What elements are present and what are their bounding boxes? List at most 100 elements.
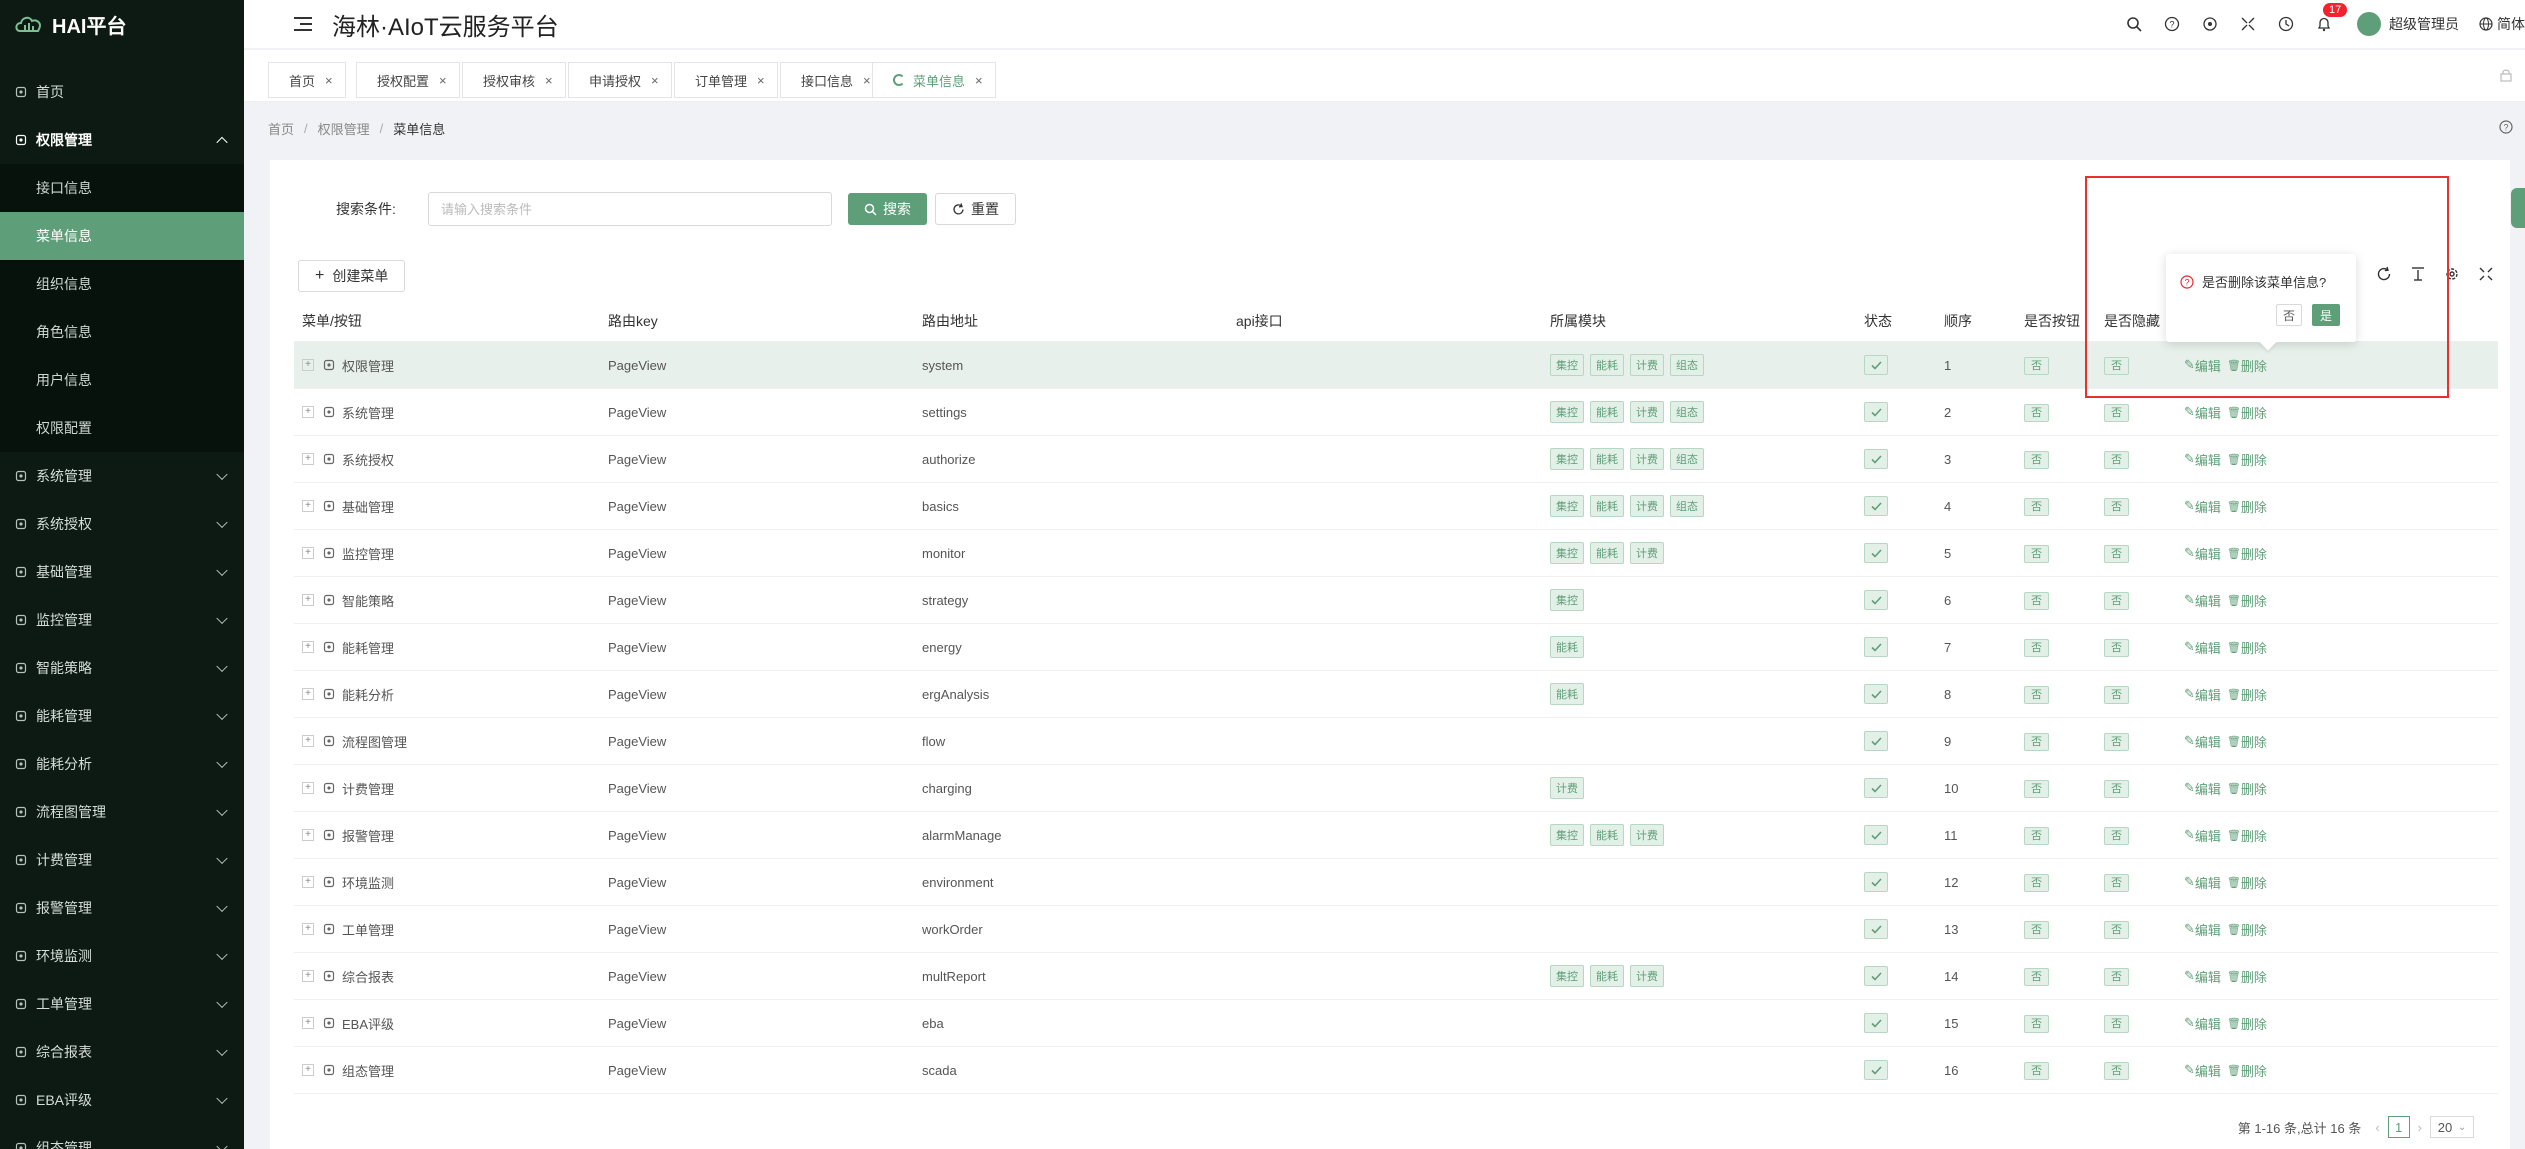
- sidebar-item[interactable]: 计费管理: [0, 836, 244, 884]
- expand-icon[interactable]: +: [302, 782, 314, 794]
- table-row[interactable]: + 组态管理 PageView scada 16 否 否 ✎ 编辑 🗑 删除: [294, 1047, 2498, 1094]
- sidebar-subitem[interactable]: 接口信息: [0, 164, 244, 212]
- menu-fold-icon[interactable]: [294, 17, 312, 31]
- delete-button[interactable]: 🗑 删除: [2227, 779, 2267, 798]
- table-row[interactable]: + 能耗分析 PageView ergAnalysis 能耗 8 否 否 ✎ 编辑 🗑 删除: [294, 671, 2498, 718]
- tab-item[interactable]: 申请授权 ×: [568, 62, 672, 98]
- tab-item[interactable]: 首页 ×: [268, 62, 346, 98]
- sidebar-item[interactable]: 报警管理: [0, 884, 244, 932]
- lock-icon[interactable]: [2499, 68, 2513, 85]
- edit-button[interactable]: ✎ 编辑: [2184, 826, 2221, 845]
- close-icon[interactable]: ×: [651, 73, 659, 88]
- expand-icon[interactable]: +: [302, 1064, 314, 1076]
- delete-button[interactable]: 🗑 删除: [2227, 685, 2267, 704]
- side-handle[interactable]: [2511, 188, 2525, 228]
- tab-item[interactable]: 授权配置 ×: [356, 62, 460, 98]
- sidebar-item[interactable]: 组态管理: [0, 1124, 244, 1149]
- sidebar-item[interactable]: 基础管理: [0, 548, 244, 596]
- expand-icon[interactable]: +: [302, 735, 314, 747]
- table-row[interactable]: + 流程图管理 PageView flow 9 否 否 ✎ 编辑 🗑 删除: [294, 718, 2498, 765]
- edit-button[interactable]: ✎ 编辑: [2184, 544, 2221, 563]
- delete-button[interactable]: 🗑 删除: [2227, 1014, 2267, 1033]
- edit-button[interactable]: ✎ 编辑: [2184, 920, 2221, 939]
- edit-button[interactable]: ✎ 编辑: [2184, 685, 2221, 704]
- edit-button[interactable]: ✎ 编辑: [2184, 967, 2221, 986]
- sidebar-item[interactable]: 系统管理: [0, 452, 244, 500]
- sidebar-item[interactable]: 工单管理: [0, 980, 244, 1028]
- delete-button[interactable]: 🗑 删除: [2227, 826, 2267, 845]
- sidebar-subitem[interactable]: 权限配置: [0, 404, 244, 452]
- close-icon[interactable]: ×: [975, 73, 983, 88]
- bell-icon[interactable]: 17: [2315, 3, 2348, 33]
- page-size-select[interactable]: 20 ⌄: [2430, 1116, 2474, 1138]
- expand-icon[interactable]: +: [302, 406, 314, 418]
- table-row[interactable]: + 系统授权 PageView authorize 集控 能耗 计费 组态 3 否 否 ✎ 编辑 🗑 删除: [294, 436, 2498, 483]
- edit-button[interactable]: ✎ 编辑: [2184, 497, 2221, 516]
- avatar[interactable]: [2357, 12, 2381, 36]
- sidebar-subitem[interactable]: 组织信息: [0, 260, 244, 308]
- breadcrumb-home[interactable]: 首页: [268, 119, 294, 138]
- delete-button[interactable]: 🗑 删除: [2227, 497, 2267, 516]
- table-row[interactable]: + 能耗管理 PageView energy 能耗 7 否 否 ✎ 编辑 🗑 删除: [294, 624, 2498, 671]
- clock-icon[interactable]: [2277, 15, 2295, 33]
- edit-button[interactable]: ✎ 编辑: [2184, 450, 2221, 469]
- question-icon[interactable]: ?: [2163, 15, 2181, 33]
- search-button[interactable]: 搜索: [848, 193, 927, 225]
- expand-icon[interactable]: +: [302, 641, 314, 653]
- table-row[interactable]: + 监控管理 PageView monitor 集控 能耗 计费 5 否 否 ✎ 编辑 🗑 删除: [294, 530, 2498, 577]
- edit-button[interactable]: ✎ 编辑: [2184, 779, 2221, 798]
- close-icon[interactable]: ×: [439, 73, 447, 88]
- table-row[interactable]: + 环境监测 PageView environment 12 否 否 ✎ 编辑 🗑 删除: [294, 859, 2498, 906]
- sidebar-item[interactable]: 首页: [0, 68, 244, 116]
- sidebar-item[interactable]: EBA评级: [0, 1076, 244, 1124]
- expand-icon[interactable]: +: [302, 829, 314, 841]
- language-switch[interactable]: 简体: [2479, 14, 2525, 34]
- search-icon[interactable]: [2125, 15, 2143, 33]
- sidebar-item[interactable]: 流程图管理: [0, 788, 244, 836]
- fullscreen-icon[interactable]: [2476, 264, 2496, 284]
- expand-icon[interactable]: +: [302, 970, 314, 982]
- sidebar-item[interactable]: 综合报表: [0, 1028, 244, 1076]
- delete-button[interactable]: 🗑 删除: [2227, 967, 2267, 986]
- table-row[interactable]: + 智能策略 PageView strategy 集控 6 否 否 ✎ 编辑 🗑 删除: [294, 577, 2498, 624]
- edit-button[interactable]: ✎ 编辑: [2184, 403, 2221, 422]
- user-name[interactable]: 超级管理员: [2389, 14, 2459, 34]
- close-icon[interactable]: ×: [757, 73, 765, 88]
- table-row[interactable]: + 计费管理 PageView charging 计费 10 否 否 ✎ 编辑 🗑 删除: [294, 765, 2498, 812]
- delete-button[interactable]: 🗑 删除: [2227, 1061, 2267, 1080]
- table-row[interactable]: + 基础管理 PageView basics 集控 能耗 计费 组态 4 否 否 ✎ 编辑 🗑 删除: [294, 483, 2498, 530]
- table-row[interactable]: + EBA评级 PageView eba 15 否 否 ✎ 编辑 🗑 删除: [294, 1000, 2498, 1047]
- sidebar-subitem[interactable]: 角色信息: [0, 308, 244, 356]
- delete-button[interactable]: 🗑 删除: [2227, 638, 2267, 657]
- edit-button[interactable]: ✎ 编辑: [2184, 732, 2221, 751]
- expand-icon[interactable]: +: [302, 359, 314, 371]
- delete-button[interactable]: 🗑 删除: [2227, 544, 2267, 563]
- next-page-icon[interactable]: ›: [2418, 1120, 2422, 1135]
- tab-item[interactable]: 授权审核 ×: [462, 62, 566, 98]
- expand-icon[interactable]: +: [302, 1017, 314, 1029]
- delete-button[interactable]: 🗑 删除: [2227, 873, 2267, 892]
- table-row[interactable]: + 综合报表 PageView multReport 集控 能耗 计费 14 否 否 ✎ 编辑 🗑 删除: [294, 953, 2498, 1000]
- edit-button[interactable]: ✎ 编辑: [2184, 873, 2221, 892]
- close-icon[interactable]: ×: [545, 73, 553, 88]
- create-menu-button[interactable]: + 创建菜单: [298, 260, 406, 292]
- delete-button[interactable]: 🗑 删除: [2227, 403, 2267, 422]
- delete-button[interactable]: 🗑 删除: [2227, 591, 2267, 610]
- logo[interactable]: HAI平台: [0, 0, 244, 48]
- tab-item[interactable]: 接口信息 ×: [780, 62, 884, 98]
- sidebar-item[interactable]: 能耗管理: [0, 692, 244, 740]
- tab-item[interactable]: 订单管理 ×: [674, 62, 778, 98]
- edit-button[interactable]: ✎ 编辑: [2184, 1061, 2221, 1080]
- sidebar-subitem[interactable]: 用户信息: [0, 356, 244, 404]
- search-input[interactable]: [428, 192, 832, 226]
- delete-button[interactable]: 🗑 删除: [2227, 920, 2267, 939]
- delete-button[interactable]: 🗑 删除: [2227, 732, 2267, 751]
- expand-icon[interactable]: +: [302, 923, 314, 935]
- breadcrumb-section[interactable]: 权限管理: [318, 119, 370, 138]
- sidebar-item[interactable]: 监控管理: [0, 596, 244, 644]
- sidebar-subitem[interactable]: 菜单信息: [0, 212, 244, 260]
- sidebar-item[interactable]: 智能策略: [0, 644, 244, 692]
- delete-button[interactable]: 🗑 删除: [2227, 450, 2267, 469]
- close-icon[interactable]: ×: [325, 73, 333, 88]
- theme-icon[interactable]: [2201, 15, 2219, 33]
